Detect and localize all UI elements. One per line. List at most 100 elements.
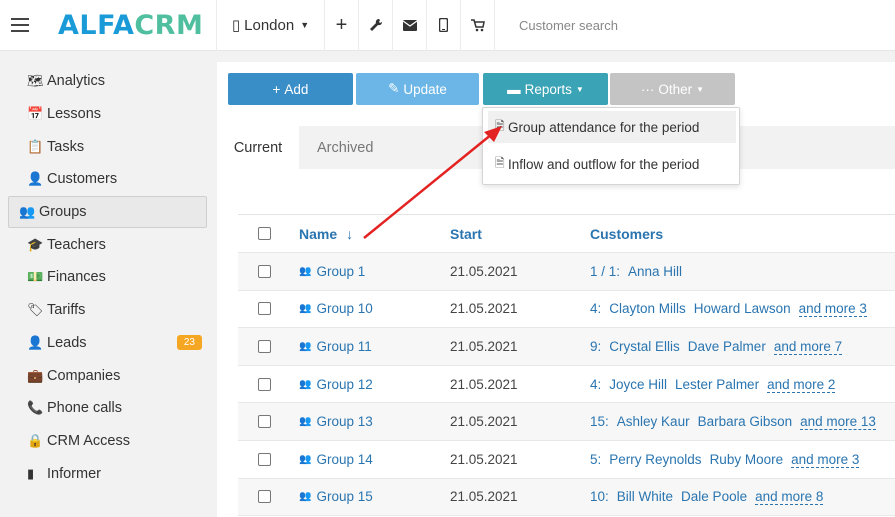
cart-icon[interactable]: [460, 0, 494, 51]
customer-link[interactable]: Anna Hill: [628, 264, 682, 279]
customer-link[interactable]: Lester Palmer: [675, 377, 759, 392]
sidebar-item-label: Informer: [47, 465, 101, 482]
customer-link[interactable]: Perry Reynolds: [609, 452, 701, 467]
group-name-link[interactable]: 👥 Group 12: [299, 377, 373, 392]
menu-item-group-attendance[interactable]: 🗎 Group attendance for the period: [488, 111, 736, 143]
more-customers-link[interactable]: and more 13: [800, 414, 876, 431]
sidebar-item-tasks[interactable]: 📋 Tasks: [8, 130, 207, 163]
caret-down-icon: ▼: [575, 84, 584, 94]
sidebar-item-lessons[interactable]: 📅 Lessons: [8, 98, 207, 131]
row-checkbox[interactable]: [258, 339, 271, 353]
tab-current[interactable]: Current: [217, 126, 299, 169]
customer-link[interactable]: Howard Lawson: [694, 301, 791, 316]
search-input[interactable]: Customer search: [494, 0, 895, 51]
select-all-checkbox[interactable]: [258, 227, 271, 240]
update-button[interactable]: ✎ Update: [356, 73, 479, 105]
pencil-icon: ✎: [388, 81, 400, 96]
menu-item-inflow-outflow[interactable]: 🗎 Inflow and outflow for the period: [488, 148, 736, 180]
sidebar-item-tariffs[interactable]: 🏷 Tariffs: [8, 294, 207, 327]
update-button-label: Update: [403, 81, 447, 97]
tablet-icon: ▯: [231, 17, 241, 34]
sidebar-item-label: Companies: [47, 367, 121, 384]
menu-item-label: Group attendance for the period: [508, 119, 700, 135]
group-name-link[interactable]: 👥 Group 13: [299, 414, 373, 429]
sidebar-item-groups[interactable]: 👥 Groups: [8, 195, 207, 229]
column-header-name[interactable]: Name ↓: [299, 226, 353, 242]
more-customers-link[interactable]: and more 3: [791, 451, 860, 468]
table-row[interactable]: 👥 Group 14 21.05.2021 5: Perry Reynolds Ruby …: [238, 441, 895, 479]
more-customers-link[interactable]: and more 2: [767, 376, 836, 393]
group-name: Group 15: [316, 489, 373, 505]
customers-cell: 5: Perry Reynolds Ruby Moore and more 3: [590, 451, 860, 468]
tag-icon: 🏷: [27, 302, 44, 318]
start-date: 21.05.2021: [450, 451, 518, 467]
column-header-start[interactable]: Start: [450, 226, 482, 242]
sidebar-item-customers[interactable]: 👤 Customers: [8, 163, 207, 196]
sort-down-icon: ↓: [346, 225, 354, 242]
customer-link[interactable]: Dale Poole: [681, 489, 747, 504]
column-header-customers[interactable]: Customers: [590, 226, 663, 242]
group-name-link[interactable]: 👥 Group 14: [299, 452, 373, 467]
row-checkbox[interactable]: [258, 302, 271, 316]
other-button[interactable]: ··· Other ▼: [610, 73, 735, 105]
row-checkbox[interactable]: [258, 377, 271, 391]
customer-link[interactable]: Crystal Ellis: [609, 339, 680, 354]
add-button[interactable]: + Add: [228, 73, 353, 105]
reports-button[interactable]: ▬ Reports ▼: [483, 73, 608, 105]
user-plus-icon: 👤: [27, 334, 44, 350]
more-customers-link[interactable]: and more 3: [798, 301, 867, 318]
customer-link[interactable]: Dave Palmer: [688, 339, 766, 354]
table-row[interactable]: 👥 Group 13 21.05.2021 15: Ashley Kaur Barbara…: [238, 403, 895, 441]
row-checkbox[interactable]: [258, 452, 271, 466]
table-row[interactable]: 👥 Group 1 21.05.2021 1 / 1: Anna Hill: [238, 253, 895, 291]
customer-link[interactable]: Bill White: [617, 489, 673, 504]
sidebar-item-teachers[interactable]: 🎓 Teachers: [8, 228, 207, 261]
sidebar-item-analytics[interactable]: 🗺 Analytics: [8, 65, 207, 98]
table-header-row: Name ↓ Start Customers: [238, 215, 895, 253]
group-name-link[interactable]: 👥 Group 1: [299, 264, 365, 279]
customers-cell: 10: Bill White Dale Poole and more 8: [590, 489, 824, 506]
sidebar-item-phone-calls[interactable]: 📞 Phone calls: [8, 392, 207, 425]
map-icon: 🗺: [27, 73, 44, 89]
more-customers-link[interactable]: and more 8: [755, 489, 824, 506]
logo-part-alfa: ALFA: [58, 9, 135, 41]
phone-icon: 📞: [27, 400, 44, 416]
start-date: 21.05.2021: [450, 338, 518, 354]
group-name-link[interactable]: 👥 Group 15: [299, 489, 373, 504]
group-name-link[interactable]: 👥 Group 10: [299, 301, 373, 316]
customer-link[interactable]: Ashley Kaur: [617, 414, 690, 429]
customer-link[interactable]: Joyce Hill: [609, 377, 667, 392]
sidebar-item-finances[interactable]: 💵 Finances: [8, 261, 207, 294]
users-icon: 👥: [299, 265, 312, 277]
envelope-icon[interactable]: [392, 0, 426, 51]
tab-archived[interactable]: Archived: [317, 126, 373, 169]
table-row[interactable]: 👥 Group 11 21.05.2021 9: Crystal Ellis Dave P…: [238, 328, 895, 366]
sidebar-item-informer[interactable]: ▮ Informer: [8, 457, 207, 490]
group-name-link[interactable]: 👥 Group 11: [299, 339, 372, 354]
caret-down-icon: ▼: [696, 84, 705, 94]
customer-link[interactable]: Clayton Mills: [609, 301, 686, 316]
row-checkbox[interactable]: [258, 415, 271, 429]
lock-icon: 🔒: [27, 432, 44, 448]
sidebar-item-crm-access[interactable]: 🔒 CRM Access: [8, 425, 207, 458]
customers-cell: 4: Clayton Mills Howard Lawson and more 3: [590, 301, 867, 318]
sidebar-item-leads[interactable]: 👤 Leads 23: [8, 327, 207, 360]
row-checkbox[interactable]: [258, 264, 271, 278]
printer-icon: ▬: [507, 81, 521, 97]
users-icon: 👥: [299, 378, 312, 390]
table-row[interactable]: 👥 Group 10 21.05.2021 4: Clayton Mills Howard…: [238, 291, 895, 329]
mobile-icon[interactable]: [426, 0, 460, 51]
row-checkbox[interactable]: [258, 490, 271, 504]
city-selector[interactable]: ▯ London ▼: [216, 0, 324, 51]
sidebar-item-companies[interactable]: 💼 Companies: [8, 359, 207, 392]
table-row[interactable]: 👥 Group 12 21.05.2021 4: Joyce Hill Lester Pa…: [238, 366, 895, 404]
menu-icon[interactable]: [0, 0, 40, 51]
customer-link[interactable]: Ruby Moore: [710, 452, 784, 467]
table-row[interactable]: 👥 Group 15 21.05.2021 10: Bill White Dale Poo…: [238, 478, 895, 517]
wrench-icon[interactable]: [358, 0, 392, 51]
sidebar-item-label: CRM Access: [47, 432, 130, 449]
logo[interactable]: ALFACRM: [40, 10, 216, 41]
customer-link[interactable]: Barbara Gibson: [698, 414, 793, 429]
more-customers-link[interactable]: and more 7: [773, 338, 843, 355]
plus-icon[interactable]: +: [324, 0, 358, 51]
